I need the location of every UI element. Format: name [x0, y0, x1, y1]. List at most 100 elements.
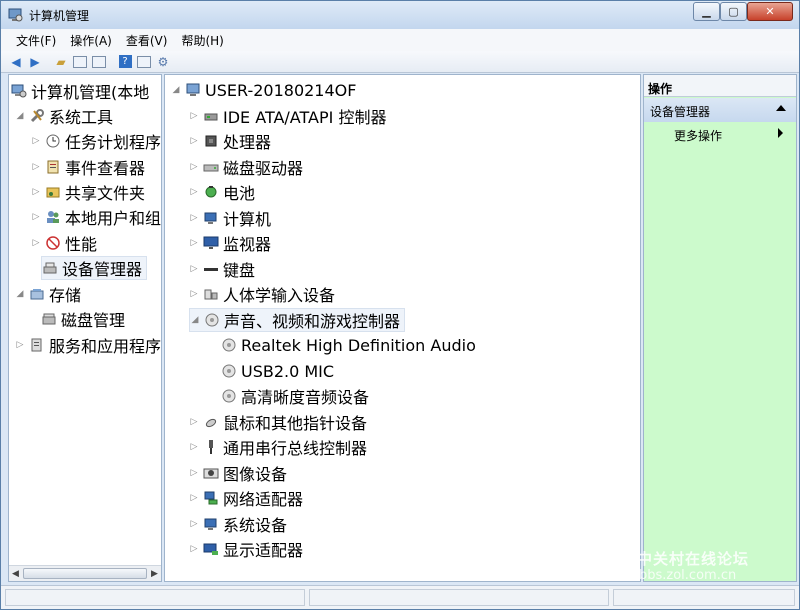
properties-button[interactable] [135, 53, 153, 71]
menu-file[interactable]: 文件(F) [9, 32, 63, 49]
expand-arrow-icon[interactable]: ▷ [31, 187, 41, 197]
device-category-ide[interactable]: ▷ IDE ATA/ATAPI 控制器 [189, 104, 387, 128]
toolbar-separator [45, 53, 51, 71]
device-tree-root-label: USER-20180214OF [205, 80, 357, 100]
up-button[interactable]: ▰ [52, 53, 70, 71]
tree-item-performance[interactable]: ▷ 性能 [31, 231, 97, 255]
expand-arrow-icon[interactable]: ▷ [15, 340, 25, 350]
sound-device-item[interactable]: USB2.0 MIC [221, 359, 334, 383]
close-button[interactable]: ✕ [747, 2, 793, 21]
expand-arrow-icon[interactable]: ▷ [189, 238, 199, 248]
device-tree-pane[interactable]: ◢ USER-20180214OF ▷ IDE ATA/ATAPI 控制器 ▷ … [164, 74, 641, 582]
computer-icon [203, 210, 219, 226]
expand-arrow-icon[interactable]: ▷ [189, 442, 199, 452]
menu-action[interactable]: 操作(A) [63, 32, 119, 49]
status-cell [613, 589, 795, 606]
toolbar: ◀ ▶ ▰ ? ⚙ [1, 51, 799, 73]
device-category-keyboards[interactable]: ▷ 键盘 [189, 257, 255, 281]
help-button[interactable]: ? [116, 53, 134, 71]
scroll-left-icon[interactable]: ◀ [12, 569, 19, 579]
device-category-battery[interactable]: ▷ 电池 [189, 180, 255, 204]
expand-arrow-icon[interactable]: ▷ [189, 289, 199, 299]
device-category-display[interactable]: ▷ 显示适配器 [189, 537, 303, 561]
expand-arrow-icon[interactable]: ▷ [189, 111, 199, 121]
actions-group-device-manager[interactable]: 设备管理器 [644, 98, 796, 122]
scrollbar-thumb[interactable] [23, 568, 147, 579]
expand-arrow-icon[interactable]: ▷ [189, 468, 199, 478]
expand-arrow-icon[interactable]: ▷ [31, 136, 41, 146]
device-category-sound[interactable]: ◢ 声音、视频和游戏控制器 [189, 308, 406, 332]
tree-item-shared-folders[interactable]: ▷ 共享文件夹 [31, 180, 145, 204]
scroll-right-icon[interactable]: ▶ [151, 569, 158, 579]
scan-hardware-button[interactable]: ⚙ [154, 53, 172, 71]
device-category-disk-drives[interactable]: ▷ 磁盘驱动器 [189, 155, 303, 179]
tree-item-storage[interactable]: ◢ 存储 [15, 282, 81, 306]
tree-item-label: 共享文件夹 [65, 184, 146, 203]
expand-arrow-icon[interactable]: ▷ [189, 544, 199, 554]
sound-device-label: Realtek High Definition Audio [241, 335, 476, 355]
expand-arrow-icon[interactable]: ▷ [31, 162, 41, 172]
toolbar-separator [109, 53, 115, 71]
show-hide-tree-icon [73, 55, 87, 68]
tree-item-label: 磁盘管理 [61, 311, 126, 330]
device-category-usb[interactable]: ▷ 通用串行总线控制器 [189, 435, 367, 459]
tree-item-local-users-groups[interactable]: ▷ 本地用户和组 [31, 205, 161, 229]
device-category-label: 鼠标和其他指针设备 [223, 414, 368, 433]
tree-item-system-tools[interactable]: ◢ 系统工具 [15, 104, 113, 128]
device-category-imaging[interactable]: ▷ 图像设备 [189, 461, 287, 485]
sound-device-item[interactable]: 高清晰度音频设备 [221, 384, 369, 408]
tree-item-label: 计算机管理(本地 [31, 83, 150, 102]
device-category-monitors[interactable]: ▷ 监视器 [189, 231, 271, 255]
show-hide-tree-button[interactable] [71, 53, 89, 71]
device-category-computer[interactable]: ▷ 计算机 [189, 206, 271, 230]
minimize-button[interactable]: ▁ [693, 2, 720, 21]
device-category-label: 系统设备 [223, 516, 288, 535]
device-category-mice[interactable]: ▷ 鼠标和其他指针设备 [189, 410, 367, 434]
more-actions-link[interactable]: 更多操作 [674, 127, 722, 144]
expand-arrow-icon[interactable]: ▷ [189, 493, 199, 503]
title-bar[interactable]: 计算机管理 ▁ ▢ ✕ [1, 1, 799, 29]
expand-arrow-icon[interactable]: ▷ [189, 264, 199, 274]
status-cell [5, 589, 305, 606]
tree-item-computer-management[interactable]: 计算机管理(本地 [11, 79, 149, 103]
expand-arrow-icon[interactable]: ▷ [189, 213, 199, 223]
network-icon [203, 490, 219, 506]
sound-device-item[interactable]: Realtek High Definition Audio [221, 333, 476, 357]
console-tree-pane[interactable]: 计算机管理(本地 ◢ 系统工具 ▷ 任务计划程序 ▷ 事件查看器 ▷ 共享文件夹… [8, 74, 162, 582]
collapse-arrow-icon[interactable]: ◢ [15, 111, 25, 121]
collapse-arrow-icon[interactable]: ◢ [190, 315, 200, 325]
device-manager-icon [42, 260, 58, 276]
device-category-processor[interactable]: ▷ 处理器 [189, 129, 271, 153]
watermark-url: bbs.zol.com.cn [639, 568, 737, 583]
forward-button[interactable]: ▶ [26, 53, 44, 71]
expand-arrow-icon[interactable]: ▷ [31, 238, 41, 248]
export-list-button[interactable] [90, 53, 108, 71]
tree-item-task-scheduler[interactable]: ▷ 任务计划程序 [31, 129, 161, 153]
tree-item-disk-management[interactable]: 磁盘管理 [41, 307, 125, 331]
horizontal-scrollbar[interactable]: ◀ ▶ [9, 565, 161, 581]
device-category-hid[interactable]: ▷ 人体学输入设备 [189, 282, 335, 306]
maximize-button[interactable]: ▢ [720, 2, 747, 21]
menu-view[interactable]: 查看(V) [119, 32, 175, 49]
collapse-triangle-icon[interactable] [776, 105, 786, 111]
up-folder-icon: ▰ [56, 54, 66, 69]
menu-help[interactable]: 帮助(H) [174, 32, 230, 49]
expand-arrow-icon[interactable]: ▷ [189, 162, 199, 172]
expand-arrow-icon[interactable]: ▷ [189, 136, 199, 146]
display-adapter-icon [203, 541, 219, 557]
expand-arrow-icon[interactable]: ▷ [31, 212, 41, 222]
device-category-label: 键盘 [223, 261, 256, 280]
expand-arrow-icon[interactable]: ▷ [189, 417, 199, 427]
collapse-arrow-icon[interactable]: ◢ [15, 289, 25, 299]
tree-item-services-applications[interactable]: ▷ 服务和应用程序 [15, 333, 161, 357]
back-button[interactable]: ◀ [7, 53, 25, 71]
tree-item-event-viewer[interactable]: ▷ 事件查看器 [31, 155, 145, 179]
device-category-network[interactable]: ▷ 网络适配器 [189, 486, 303, 510]
device-category-system[interactable]: ▷ 系统设备 [189, 512, 287, 536]
tree-item-device-manager[interactable]: 设备管理器 [41, 256, 148, 280]
expand-arrow-icon[interactable]: ▷ [189, 187, 199, 197]
collapse-arrow-icon[interactable]: ◢ [171, 85, 181, 95]
device-tree-root[interactable]: ◢ USER-20180214OF [171, 78, 357, 102]
expand-arrow-icon[interactable]: ▷ [189, 519, 199, 529]
services-icon [29, 337, 45, 353]
